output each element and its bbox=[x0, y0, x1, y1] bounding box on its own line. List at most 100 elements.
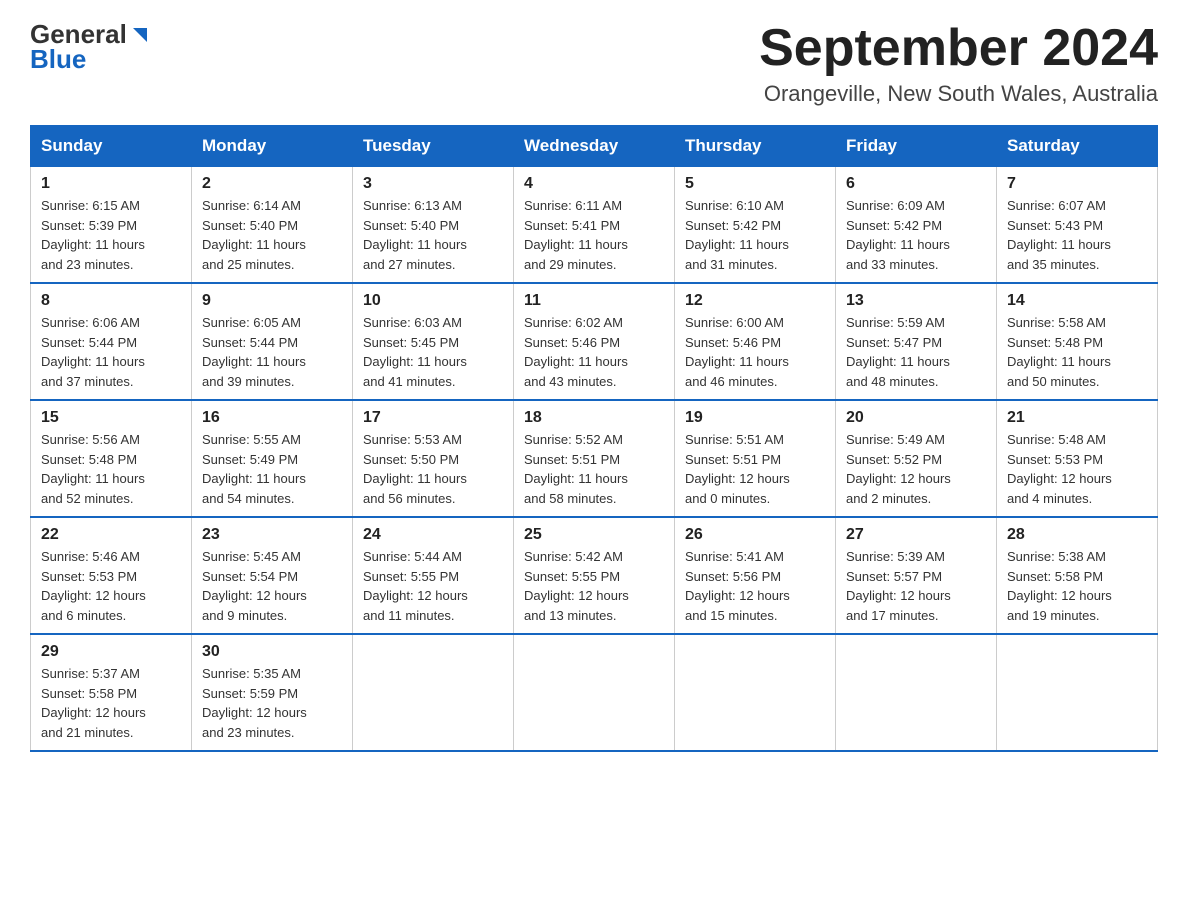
calendar-cell: 17 Sunrise: 5:53 AMSunset: 5:50 PMDaylig… bbox=[353, 400, 514, 517]
calendar-cell: 15 Sunrise: 5:56 AMSunset: 5:48 PMDaylig… bbox=[31, 400, 192, 517]
calendar-cell: 14 Sunrise: 5:58 AMSunset: 5:48 PMDaylig… bbox=[997, 283, 1158, 400]
col-header-wednesday: Wednesday bbox=[514, 126, 675, 167]
calendar-cell: 25 Sunrise: 5:42 AMSunset: 5:55 PMDaylig… bbox=[514, 517, 675, 634]
day-number: 3 bbox=[363, 175, 503, 193]
calendar-cell: 2 Sunrise: 6:14 AMSunset: 5:40 PMDayligh… bbox=[192, 167, 353, 284]
day-number: 21 bbox=[1007, 409, 1147, 427]
calendar-cell: 23 Sunrise: 5:45 AMSunset: 5:54 PMDaylig… bbox=[192, 517, 353, 634]
calendar-cell: 18 Sunrise: 5:52 AMSunset: 5:51 PMDaylig… bbox=[514, 400, 675, 517]
day-info: Sunrise: 5:35 AMSunset: 5:59 PMDaylight:… bbox=[202, 666, 307, 740]
day-number: 16 bbox=[202, 409, 342, 427]
day-info: Sunrise: 5:49 AMSunset: 5:52 PMDaylight:… bbox=[846, 432, 951, 506]
day-info: Sunrise: 5:51 AMSunset: 5:51 PMDaylight:… bbox=[685, 432, 790, 506]
calendar-cell: 16 Sunrise: 5:55 AMSunset: 5:49 PMDaylig… bbox=[192, 400, 353, 517]
calendar-cell: 11 Sunrise: 6:02 AMSunset: 5:46 PMDaylig… bbox=[514, 283, 675, 400]
day-info: Sunrise: 5:56 AMSunset: 5:48 PMDaylight:… bbox=[41, 432, 145, 506]
day-number: 7 bbox=[1007, 175, 1147, 193]
page-header: General Blue September 2024 Orangeville,… bbox=[30, 20, 1158, 107]
day-info: Sunrise: 6:00 AMSunset: 5:46 PMDaylight:… bbox=[685, 315, 789, 389]
day-info: Sunrise: 6:15 AMSunset: 5:39 PMDaylight:… bbox=[41, 198, 145, 272]
day-info: Sunrise: 5:41 AMSunset: 5:56 PMDaylight:… bbox=[685, 549, 790, 623]
calendar-cell: 7 Sunrise: 6:07 AMSunset: 5:43 PMDayligh… bbox=[997, 167, 1158, 284]
day-number: 4 bbox=[524, 175, 664, 193]
calendar-cell: 22 Sunrise: 5:46 AMSunset: 5:53 PMDaylig… bbox=[31, 517, 192, 634]
day-number: 27 bbox=[846, 526, 986, 544]
day-number: 8 bbox=[41, 292, 181, 310]
calendar-cell: 9 Sunrise: 6:05 AMSunset: 5:44 PMDayligh… bbox=[192, 283, 353, 400]
day-info: Sunrise: 6:09 AMSunset: 5:42 PMDaylight:… bbox=[846, 198, 950, 272]
col-header-saturday: Saturday bbox=[997, 126, 1158, 167]
calendar-cell: 10 Sunrise: 6:03 AMSunset: 5:45 PMDaylig… bbox=[353, 283, 514, 400]
day-info: Sunrise: 5:46 AMSunset: 5:53 PMDaylight:… bbox=[41, 549, 146, 623]
day-info: Sunrise: 5:39 AMSunset: 5:57 PMDaylight:… bbox=[846, 549, 951, 623]
calendar-cell: 21 Sunrise: 5:48 AMSunset: 5:53 PMDaylig… bbox=[997, 400, 1158, 517]
col-header-thursday: Thursday bbox=[675, 126, 836, 167]
calendar-cell: 6 Sunrise: 6:09 AMSunset: 5:42 PMDayligh… bbox=[836, 167, 997, 284]
day-info: Sunrise: 5:37 AMSunset: 5:58 PMDaylight:… bbox=[41, 666, 146, 740]
calendar-cell: 4 Sunrise: 6:11 AMSunset: 5:41 PMDayligh… bbox=[514, 167, 675, 284]
calendar-cell bbox=[836, 634, 997, 751]
col-header-tuesday: Tuesday bbox=[353, 126, 514, 167]
calendar-header-row: SundayMondayTuesdayWednesdayThursdayFrid… bbox=[31, 126, 1158, 167]
day-number: 12 bbox=[685, 292, 825, 310]
day-number: 20 bbox=[846, 409, 986, 427]
calendar-cell: 26 Sunrise: 5:41 AMSunset: 5:56 PMDaylig… bbox=[675, 517, 836, 634]
col-header-monday: Monday bbox=[192, 126, 353, 167]
calendar-cell: 5 Sunrise: 6:10 AMSunset: 5:42 PMDayligh… bbox=[675, 167, 836, 284]
day-number: 13 bbox=[846, 292, 986, 310]
day-number: 22 bbox=[41, 526, 181, 544]
week-row-3: 15 Sunrise: 5:56 AMSunset: 5:48 PMDaylig… bbox=[31, 400, 1158, 517]
week-row-2: 8 Sunrise: 6:06 AMSunset: 5:44 PMDayligh… bbox=[31, 283, 1158, 400]
location-subtitle: Orangeville, New South Wales, Australia bbox=[759, 81, 1158, 107]
day-info: Sunrise: 5:52 AMSunset: 5:51 PMDaylight:… bbox=[524, 432, 628, 506]
day-number: 10 bbox=[363, 292, 503, 310]
day-info: Sunrise: 6:11 AMSunset: 5:41 PMDaylight:… bbox=[524, 198, 628, 272]
calendar-cell: 19 Sunrise: 5:51 AMSunset: 5:51 PMDaylig… bbox=[675, 400, 836, 517]
day-number: 2 bbox=[202, 175, 342, 193]
day-number: 29 bbox=[41, 643, 181, 661]
calendar-cell: 8 Sunrise: 6:06 AMSunset: 5:44 PMDayligh… bbox=[31, 283, 192, 400]
day-info: Sunrise: 6:05 AMSunset: 5:44 PMDaylight:… bbox=[202, 315, 306, 389]
day-number: 6 bbox=[846, 175, 986, 193]
day-number: 23 bbox=[202, 526, 342, 544]
logo: General Blue bbox=[30, 20, 151, 73]
week-row-4: 22 Sunrise: 5:46 AMSunset: 5:53 PMDaylig… bbox=[31, 517, 1158, 634]
day-info: Sunrise: 6:14 AMSunset: 5:40 PMDaylight:… bbox=[202, 198, 306, 272]
day-number: 17 bbox=[363, 409, 503, 427]
calendar-cell: 27 Sunrise: 5:39 AMSunset: 5:57 PMDaylig… bbox=[836, 517, 997, 634]
day-info: Sunrise: 5:53 AMSunset: 5:50 PMDaylight:… bbox=[363, 432, 467, 506]
col-header-friday: Friday bbox=[836, 126, 997, 167]
day-number: 5 bbox=[685, 175, 825, 193]
day-info: Sunrise: 5:44 AMSunset: 5:55 PMDaylight:… bbox=[363, 549, 468, 623]
day-info: Sunrise: 5:55 AMSunset: 5:49 PMDaylight:… bbox=[202, 432, 306, 506]
day-number: 25 bbox=[524, 526, 664, 544]
title-area: September 2024 Orangeville, New South Wa… bbox=[759, 20, 1158, 107]
day-info: Sunrise: 5:38 AMSunset: 5:58 PMDaylight:… bbox=[1007, 549, 1112, 623]
day-info: Sunrise: 5:59 AMSunset: 5:47 PMDaylight:… bbox=[846, 315, 950, 389]
calendar-cell: 13 Sunrise: 5:59 AMSunset: 5:47 PMDaylig… bbox=[836, 283, 997, 400]
day-info: Sunrise: 6:07 AMSunset: 5:43 PMDaylight:… bbox=[1007, 198, 1111, 272]
calendar-cell bbox=[353, 634, 514, 751]
day-number: 15 bbox=[41, 409, 181, 427]
calendar-cell: 29 Sunrise: 5:37 AMSunset: 5:58 PMDaylig… bbox=[31, 634, 192, 751]
calendar-cell: 12 Sunrise: 6:00 AMSunset: 5:46 PMDaylig… bbox=[675, 283, 836, 400]
calendar-cell: 3 Sunrise: 6:13 AMSunset: 5:40 PMDayligh… bbox=[353, 167, 514, 284]
day-number: 14 bbox=[1007, 292, 1147, 310]
day-number: 19 bbox=[685, 409, 825, 427]
day-number: 24 bbox=[363, 526, 503, 544]
day-number: 18 bbox=[524, 409, 664, 427]
calendar-cell: 24 Sunrise: 5:44 AMSunset: 5:55 PMDaylig… bbox=[353, 517, 514, 634]
col-header-sunday: Sunday bbox=[31, 126, 192, 167]
day-number: 28 bbox=[1007, 526, 1147, 544]
logo-triangle-icon bbox=[129, 24, 151, 46]
logo-text-blue: Blue bbox=[30, 45, 151, 74]
calendar-cell: 28 Sunrise: 5:38 AMSunset: 5:58 PMDaylig… bbox=[997, 517, 1158, 634]
month-title: September 2024 bbox=[759, 20, 1158, 77]
day-info: Sunrise: 5:58 AMSunset: 5:48 PMDaylight:… bbox=[1007, 315, 1111, 389]
calendar-cell bbox=[514, 634, 675, 751]
day-info: Sunrise: 5:45 AMSunset: 5:54 PMDaylight:… bbox=[202, 549, 307, 623]
calendar-cell: 1 Sunrise: 6:15 AMSunset: 5:39 PMDayligh… bbox=[31, 167, 192, 284]
day-number: 1 bbox=[41, 175, 181, 193]
day-number: 30 bbox=[202, 643, 342, 661]
week-row-5: 29 Sunrise: 5:37 AMSunset: 5:58 PMDaylig… bbox=[31, 634, 1158, 751]
